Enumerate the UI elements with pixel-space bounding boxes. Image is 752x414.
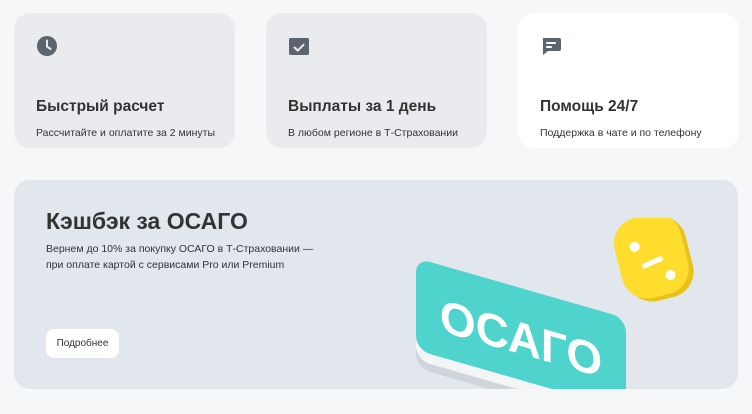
feature-card-payouts: Выплаты за 1 день В любом регионе в Т‑Ст…: [266, 13, 487, 148]
feature-subtitle: В любом регионе в Т‑Страховании: [288, 127, 458, 139]
banner-title: Кэшбэк за ОСАГО: [46, 208, 248, 234]
wallet-check-icon: [289, 38, 309, 55]
banner-description-line: Вернем до 10% за покупку ОСАГО в Т‑Страх…: [46, 243, 314, 255]
feature-title: Быстрый расчет: [36, 98, 165, 115]
feature-card-support: Помощь 24/7 Поддержка в чате и по телефо…: [518, 13, 739, 148]
osago-card-illustration: ОСАГО: [416, 218, 694, 389]
feature-title: Выплаты за 1 день: [288, 98, 437, 115]
more-details-button[interactable]: Подробнее: [46, 329, 119, 358]
banner-description: Вернем до 10% за покупку ОСАГО в Т‑Страх…: [46, 241, 326, 273]
clock-icon: [37, 36, 57, 56]
banner-description-line: при оплате картой с сервисами Pro или Pr…: [46, 259, 285, 271]
feature-subtitle: Рассчитайте и оплатите за 2 минуты: [36, 127, 216, 139]
feature-card-fast-calc: Быстрый расчет Рассчитайте и оплатите за…: [14, 13, 235, 148]
chat-icon: [542, 38, 561, 55]
feature-subtitle: Поддержка в чате и по телефону: [540, 127, 702, 139]
feature-title: Помощь 24/7: [540, 98, 639, 115]
cashback-banner[interactable]: Кэшбэк за ОСАГО Вернем до 10% за покупку…: [14, 180, 738, 389]
